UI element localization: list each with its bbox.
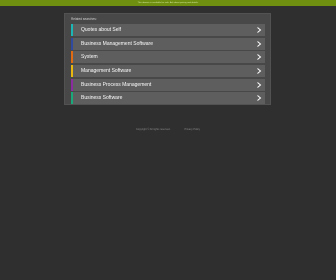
item-accent-bar: [71, 92, 73, 105]
banner-text[interactable]: This domain is available for sale. Ask a…: [138, 2, 199, 5]
footer: Copyright © All rights reserved. Privacy…: [0, 126, 336, 132]
item-accent-bar: [71, 78, 73, 91]
item-label[interactable]: Business Process Management: [81, 79, 151, 91]
privacy-policy-link[interactable]: Privacy Policy: [184, 128, 200, 131]
item-accent-bar: [71, 51, 73, 64]
top-banner[interactable]: This domain is available for sale. Ask a…: [0, 0, 336, 6]
item-accent-bar: [71, 37, 73, 50]
panel-heading: Related searches:: [71, 17, 97, 21]
chevron-right-icon[interactable]: [255, 92, 263, 104]
chevron-right-icon[interactable]: [255, 24, 263, 36]
list-item[interactable]: Management Software: [71, 65, 265, 78]
list-item[interactable]: System: [71, 51, 265, 64]
related-searches-list: Quotes about Self Business Management So…: [71, 24, 265, 106]
list-item[interactable]: Business Process Management: [71, 78, 265, 91]
item-label[interactable]: Business Software: [81, 92, 122, 104]
chevron-right-icon[interactable]: [255, 38, 263, 50]
list-item[interactable]: Quotes about Self: [71, 24, 265, 36]
chevron-right-icon[interactable]: [255, 79, 263, 91]
chevron-right-icon[interactable]: [255, 51, 263, 63]
item-label[interactable]: System: [81, 51, 98, 63]
copyright-text: Copyright © All rights reserved.: [135, 127, 171, 131]
item-label[interactable]: Management Software: [81, 65, 131, 77]
item-label[interactable]: Quotes about Self: [81, 24, 121, 36]
list-item[interactable]: Business Software: [71, 92, 265, 105]
item-accent-bar: [71, 65, 73, 78]
chevron-right-icon[interactable]: [255, 65, 263, 77]
related-searches-panel: Related searches: Quotes about Self Busi…: [64, 13, 271, 105]
item-accent-bar: [71, 24, 73, 36]
list-item[interactable]: Business Management Software: [71, 37, 265, 50]
item-label[interactable]: Business Management Software: [81, 38, 153, 50]
